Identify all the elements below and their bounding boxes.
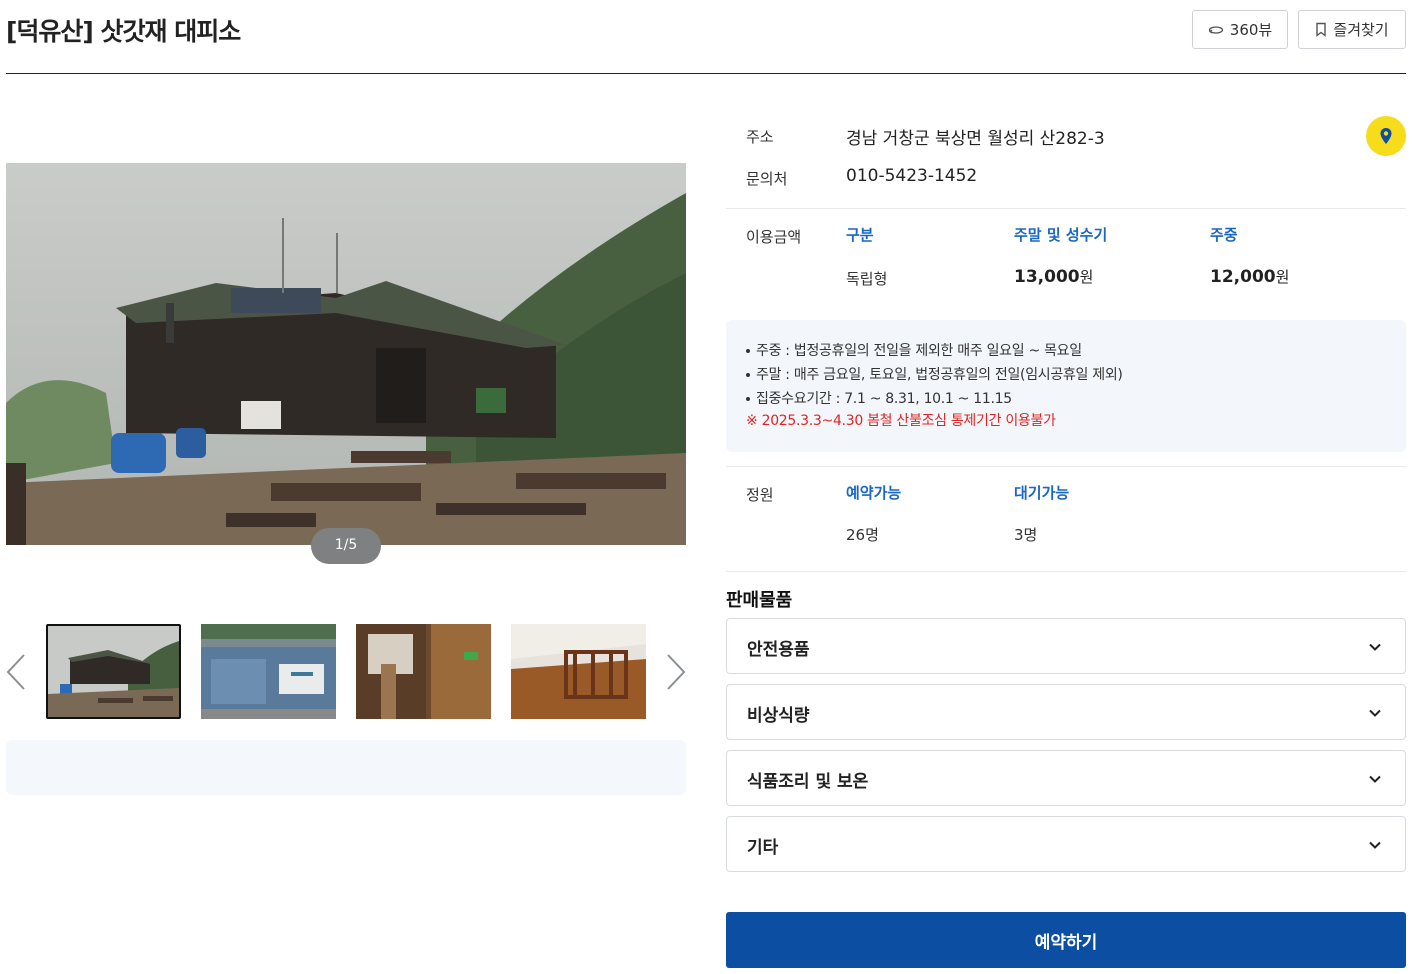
divider (726, 571, 1406, 572)
thumbnail-image (48, 626, 179, 717)
contact-label: 문의처 (746, 170, 788, 188)
notice-item: 주말 : 매주 금요일, 토요일, 법정공휴일의 전일(임시공휴일 제외) (746, 364, 1123, 384)
chevron-down-icon (1369, 841, 1381, 849)
price-header-type: 구분 (846, 226, 874, 244)
price-weekend-value: 13,000원 (1014, 267, 1094, 287)
capacity-available-value: 26명 (846, 526, 879, 544)
thumbnail-3[interactable] (356, 624, 491, 719)
thumbnail-1[interactable] (46, 624, 181, 719)
price-label: 이용금액 (746, 228, 802, 246)
360-view-icon (1208, 25, 1223, 34)
accordion-emergency-food[interactable]: 비상식량 (726, 684, 1406, 740)
thumbnail-image (511, 624, 646, 719)
thumbnail-4[interactable] (511, 624, 646, 719)
location-pin-icon (1380, 128, 1392, 144)
accordion-label: 안전용품 (747, 640, 810, 660)
shelter-photo (6, 163, 686, 545)
notice-item: 주중 : 법정공휴일의 전일을 제외한 매주 일요일 ~ 목요일 (746, 340, 1082, 360)
closure-warning: ※ 2025.3.3~4.30 봄철 산불조심 통제기간 이용불가 (746, 413, 1056, 429)
address-label: 주소 (746, 128, 774, 146)
thumbnail-2[interactable] (201, 624, 336, 719)
accordion-label: 기타 (747, 838, 779, 858)
favorite-label: 즐겨찾기 (1333, 21, 1389, 39)
view-360-button[interactable]: 360뷰 (1192, 10, 1288, 49)
capacity-label: 정원 (746, 486, 774, 504)
notice-box: 주중 : 법정공휴일의 전일을 제외한 매주 일요일 ~ 목요일 주말 : 매주… (726, 320, 1406, 452)
gallery-prev-button[interactable] (4, 652, 28, 692)
accordion-label: 비상식량 (747, 706, 810, 726)
chevron-left-icon (6, 654, 25, 690)
capacity-waitlist-value: 3명 (1014, 526, 1038, 544)
thumbnail-image (356, 624, 491, 719)
price-type-value: 독립형 (846, 270, 888, 288)
main-photo[interactable] (6, 163, 686, 545)
page-title: [덕유산] 삿갓재 대피소 (6, 17, 241, 46)
divider (726, 466, 1406, 467)
chevron-right-icon (667, 654, 686, 690)
price-header-weekend: 주말 및 성수기 (1014, 226, 1108, 244)
map-location-button[interactable] (1366, 116, 1406, 156)
gallery-info-box (6, 740, 686, 795)
products-title: 판매물품 (726, 590, 793, 611)
favorite-button[interactable]: 즐겨찾기 (1298, 10, 1406, 49)
page-header: [덕유산] 삿갓재 대피소 360뷰 즐겨찾기 (6, 0, 1406, 74)
capacity-header-available: 예약가능 (846, 484, 902, 502)
accordion-cooking-warmth[interactable]: 식품조리 및 보온 (726, 750, 1406, 806)
divider (726, 208, 1406, 209)
price-weekday-value: 12,000원 (1210, 267, 1290, 287)
contact-value: 010-5423-1452 (846, 166, 978, 186)
bookmark-icon (1316, 22, 1327, 37)
price-header-weekday: 주중 (1210, 226, 1238, 244)
capacity-header-waitlist: 대기가능 (1014, 484, 1070, 502)
address-value: 경남 거창군 북상면 월성리 산282-3 (846, 129, 1105, 149)
chevron-down-icon (1369, 643, 1381, 651)
chevron-down-icon (1369, 775, 1381, 783)
reserve-button[interactable]: 예약하기 (726, 912, 1406, 968)
chevron-down-icon (1369, 709, 1381, 717)
accordion-label: 식품조리 및 보온 (747, 772, 869, 792)
photo-counter: 1/5 (311, 528, 381, 564)
accordion-other[interactable]: 기타 (726, 816, 1406, 872)
thumbnail-image (201, 624, 336, 719)
gallery-next-button[interactable] (664, 652, 688, 692)
accordion-safety-items[interactable]: 안전용품 (726, 618, 1406, 674)
view-360-label: 360뷰 (1229, 21, 1273, 39)
notice-item: 집중수요기간 : 7.1 ~ 8.31, 10.1 ~ 11.15 (746, 388, 1012, 408)
